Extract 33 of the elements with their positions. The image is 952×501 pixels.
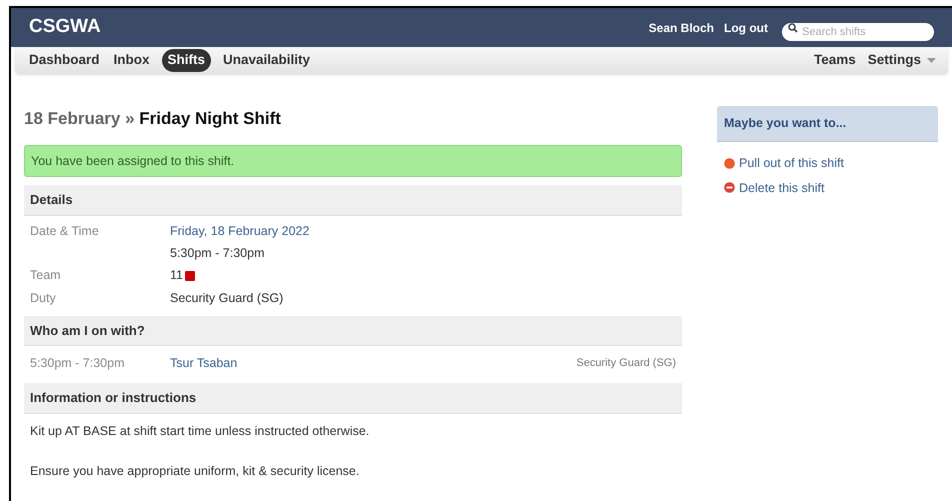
- field-label: Team: [30, 267, 62, 284]
- nav-link[interactable]: Teams: [814, 50, 856, 71]
- instruction-text: Kit up AT BASE at shift start time unless instructed otherwise.: [29, 422, 370, 440]
- section-heading: Who am I on with?: [24, 316, 682, 346]
- nav-tab[interactable]: Unavailability: [221, 50, 312, 71]
- nav-tab[interactable]: Shifts: [162, 49, 212, 72]
- page-title: 18 February » Friday Night Shift: [24, 108, 282, 130]
- search-icon: [788, 22, 798, 32]
- search-field[interactable]: Search shifts: [782, 22, 934, 40]
- success-alert: You have been assigned to this shift.: [24, 144, 682, 178]
- minus-circle-icon: [724, 182, 735, 194]
- sidebar-heading: Maybe you want to...: [717, 106, 938, 142]
- nav-link[interactable]: Settings: [868, 50, 936, 71]
- action-link[interactable]: Delete this shift: [724, 178, 824, 198]
- instruction-text: Ensure you have appropriate uniform, kit & security license.: [29, 463, 360, 480]
- logo[interactable]: CSGWA: [29, 13, 101, 42]
- nav-tab[interactable]: Dashboard: [27, 50, 102, 71]
- nav-tab[interactable]: Inbox: [112, 50, 152, 71]
- logout-link[interactable]: Log out: [724, 18, 768, 36]
- team-number: 11: [170, 267, 183, 284]
- shift-time: 5:30pm - 7:30pm: [30, 355, 126, 372]
- field-value: 5:30pm - 7:30pm: [170, 244, 264, 262]
- duty-label: Security Guard (SG): [576, 356, 676, 372]
- colleague-link[interactable]: Tsur Tsaban: [170, 354, 238, 373]
- user-link[interactable]: Sean Bloch: [648, 18, 714, 36]
- field-label: Date & Time: [30, 222, 100, 240]
- field-label: Duty: [30, 290, 57, 307]
- date-link[interactable]: Friday, 18 February 2022: [170, 222, 310, 240]
- dot-icon: [724, 158, 735, 169]
- field-value: Security Guard (SG): [170, 290, 284, 307]
- section-heading: Details: [24, 185, 682, 216]
- section-heading: Information or instructions: [24, 383, 682, 414]
- action-link[interactable]: Pull out of this shift: [724, 154, 844, 172]
